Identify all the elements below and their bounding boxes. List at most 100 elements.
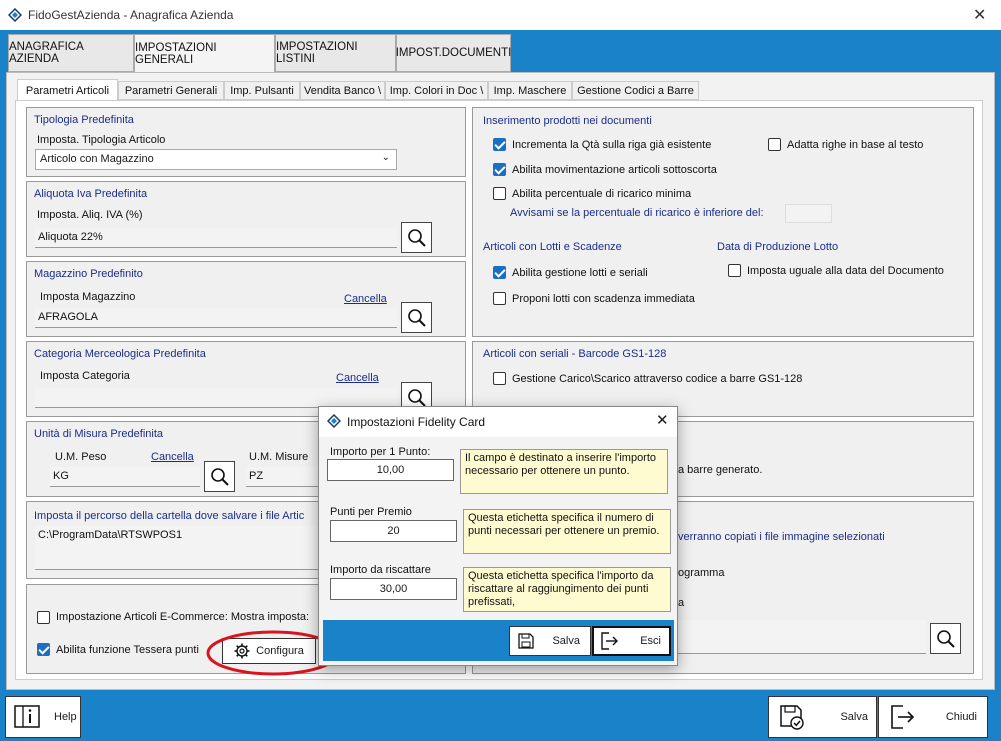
tab-impostazioni-generali[interactable]: IMPOSTAZIONI GENERALI [134, 34, 275, 73]
immagini-search-button[interactable] [930, 623, 961, 654]
iva-search-button[interactable] [401, 222, 432, 253]
search-icon [407, 388, 426, 407]
immagini-path-field[interactable] [678, 620, 926, 654]
subtab-parametri-generali[interactable]: Parametri Generali [118, 81, 224, 100]
dialog-close-button[interactable]: ✕ [656, 411, 669, 429]
dialog-logo-icon [327, 414, 341, 428]
importo-punto-tip: Il campo è destinato a inserire l'import… [460, 449, 668, 494]
search-icon [407, 228, 426, 247]
tab-impostazioni-listini[interactable]: IMPOSTAZIONI LISTINI [275, 34, 396, 72]
importo-riscattare-tip: Questa etichetta specifica l'importo da … [463, 567, 671, 612]
tessera-label: Abilita funzione Tessera punti [56, 644, 199, 656]
categoria-field[interactable] [35, 388, 397, 408]
percorso-title: Imposta il percorso della cartella dove … [34, 510, 305, 522]
subtab-parametri-articoli[interactable]: Parametri Articoli [17, 79, 118, 101]
tab-anagrafica-azienda[interactable]: ANAGRAFICA AZIENDA [8, 34, 134, 72]
lotti-title: Articoli con Lotti e Scadenze [483, 241, 622, 253]
punti-premio-label: Punti per Premio [330, 506, 412, 518]
incrementa-checkbox[interactable] [493, 138, 506, 151]
ricarico-checkbox[interactable] [493, 187, 506, 200]
seriali-checkbox[interactable] [493, 372, 506, 385]
tessera-checkbox[interactable] [37, 643, 50, 656]
percorso-field[interactable]: C:\ProgramData\RTSWPOS1 [35, 526, 318, 570]
ecommerce-label: Impostazione Articoli E-Commerce: Mostra… [56, 611, 310, 623]
ricarico-field[interactable] [785, 204, 832, 223]
subtab-vendita-banco[interactable]: Vendita Banco \ [300, 81, 385, 100]
partial-a-label: a [678, 597, 685, 609]
punti-premio-field[interactable]: 20 [330, 520, 457, 542]
lotti-gestione-checkbox[interactable] [493, 266, 506, 279]
data-lotto-checkbox[interactable] [728, 264, 741, 277]
adatta-label: Adatta righe in base al testo [787, 139, 924, 151]
tipologia-label: Imposta. Tipologia Articolo [37, 134, 166, 146]
um-peso-cancella-link[interactable]: Cancella [151, 451, 194, 463]
dialog-exit-button[interactable]: Esci [592, 626, 671, 656]
um-peso-search-button[interactable] [204, 461, 235, 492]
seriali-title: Articoli con seriali - Barcode GS1-128 [483, 348, 667, 360]
incrementa-label: Incrementa la Qtà sulla riga già esisten… [512, 139, 712, 151]
categoria-cancella-link[interactable]: Cancella [336, 372, 379, 384]
help-button[interactable]: Help [5, 696, 81, 738]
chevron-down-icon: ⌄ [381, 152, 390, 163]
categoria-label: Imposta Categoria [40, 370, 130, 382]
data-lotto-title: Data di Produzione Lotto [717, 241, 839, 253]
window-close-button[interactable]: ✕ [973, 5, 986, 25]
proponi-checkbox[interactable] [493, 292, 506, 305]
save-icon [518, 633, 534, 649]
tipologia-title: Tipologia Predefinita [34, 114, 134, 126]
save-icon [780, 705, 804, 730]
magazzino-search-button[interactable] [401, 302, 432, 333]
magazzino-title: Magazzino Predefinito [34, 268, 143, 280]
seriali-label: Gestione Carico\Scarico attraverso codic… [512, 373, 803, 385]
close-label: Chiudi [945, 711, 977, 723]
iva-title: Aliquota Iva Predefinita [34, 188, 148, 200]
close-button[interactable]: Chiudi [878, 696, 988, 738]
um-misure-field[interactable]: PZ [246, 467, 318, 487]
window-title: FidoGestAzienda - Anagrafica Azienda [28, 8, 234, 22]
dialog-save-label: Salva [552, 635, 580, 647]
subtab-imp-maschere[interactable]: Imp. Maschere [488, 81, 572, 100]
exit-icon [601, 632, 618, 650]
help-book-icon [14, 705, 40, 728]
subtab-imp-colori[interactable]: Imp. Colori in Doc \ [385, 81, 488, 100]
iva-label: Imposta. Aliq. IVA (%) [37, 209, 143, 221]
magazzino-field[interactable]: AFRAGOLA [35, 308, 397, 328]
help-label: Help [54, 711, 77, 723]
subtab-codici-barre[interactable]: Gestione Codici a Barre [572, 81, 699, 100]
um-peso-label: U.M. Peso [55, 451, 107, 463]
programma-label: ogramma [678, 567, 725, 579]
lotti-gestione-label: Abilita gestione lotti e seriali [512, 267, 648, 279]
save-label: Salva [840, 711, 868, 723]
ecommerce-checkbox[interactable] [37, 611, 50, 624]
adatta-checkbox[interactable] [768, 138, 781, 151]
movimentazione-label: Abilita movimentazione articoli sottosco… [512, 164, 717, 176]
save-button[interactable]: Salva [768, 696, 877, 738]
inserimento-title: Inserimento prodotti nei documenti [483, 115, 652, 127]
um-title: Unità di Misura Predefinita [34, 428, 164, 440]
search-icon [936, 629, 955, 648]
ricarico-label: Abilita percentuale di ricarico minima [512, 188, 692, 200]
dialog-title: Impostazioni Fidelity Card [347, 415, 486, 429]
um-misure-label: U.M. Misure [249, 451, 309, 463]
importo-riscattare-field[interactable]: 30,00 [330, 578, 457, 600]
tipologia-select[interactable]: Articolo con Magazzino ⌄ [35, 149, 397, 170]
dialog-exit-label: Esci [640, 635, 661, 647]
proponi-label: Proponi lotti con scadenza immediata [512, 293, 695, 305]
avvisami-label: Avvisami se la percentuale di ricarico è… [510, 207, 764, 219]
data-lotto-label: Imposta uguale alla data del Documento [747, 265, 944, 277]
exit-icon [891, 705, 915, 729]
um-peso-field[interactable]: KG [50, 467, 200, 487]
copiati-title: verranno copiati i file immagine selezio… [678, 531, 885, 543]
tab-impost-documenti[interactable]: IMPOST.DOCUMENTI [396, 34, 511, 72]
tipologia-select-value: Articolo con Magazzino [40, 153, 154, 165]
subtab-imp-pulsanti[interactable]: Imp. Pulsanti [224, 81, 300, 100]
importo-punto-label: Importo per 1 Punto: [330, 446, 431, 458]
importo-punto-field[interactable]: 10,00 [327, 459, 454, 481]
search-icon [407, 308, 426, 327]
magazzino-cancella-link[interactable]: Cancella [344, 293, 387, 305]
dialog-save-button[interactable]: Salva [509, 626, 591, 656]
movimentazione-checkbox[interactable] [493, 163, 506, 176]
search-icon [210, 467, 229, 486]
categoria-title: Categoria Merceologica Predefinita [34, 348, 206, 360]
iva-field[interactable]: Aliquota 22% [35, 228, 397, 248]
